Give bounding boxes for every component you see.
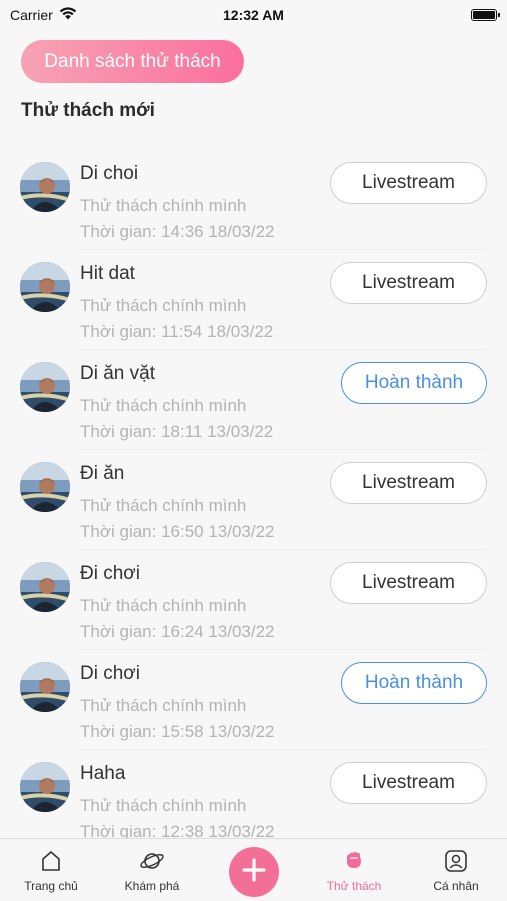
challenge-subtitle: Thử thách chính mình <box>80 196 247 215</box>
challenge-row[interactable]: Haha Thử thách chính mình Thời gian: 12:… <box>0 750 507 838</box>
tab-challenges-label: Thử thách <box>326 879 382 893</box>
livestream-button[interactable]: Livestream <box>330 762 487 804</box>
challenge-subtitle: Thử thách chính mình <box>80 396 247 415</box>
tab-challenges[interactable]: Thử thách <box>314 839 394 901</box>
fist-icon <box>343 849 365 876</box>
avatar <box>20 362 70 412</box>
challenge-row[interactable]: Di choi Thử thách chính mình Thời gian: … <box>0 150 507 250</box>
challenge-time: Thời gian: 18:11 13/03/22 <box>80 422 274 441</box>
challenge-row[interactable]: Di ăn vặt Thử thách chính mình Thời gian… <box>0 350 507 450</box>
challenge-time: Thời gian: 16:24 13/03/22 <box>80 622 275 641</box>
challenge-row[interactable]: Đi ăn Thử thách chính mình Thời gian: 16… <box>0 450 507 550</box>
avatar <box>20 762 70 812</box>
tab-explore[interactable]: Khám phá <box>112 839 192 901</box>
challenge-title: Di ăn vặt <box>80 363 155 384</box>
challenge-title: Hit dat <box>80 263 135 284</box>
challenge-subtitle: Thử thách chính mình <box>80 796 247 815</box>
status-bar: Carrier 12:32 AM <box>0 0 507 30</box>
avatar <box>20 462 70 512</box>
challenge-subtitle: Thử thách chính mình <box>80 696 247 715</box>
tab-profile-label: Cá nhân <box>433 879 479 893</box>
challenge-title: Đi ăn <box>80 463 125 484</box>
tab-bar: Trang chủ Khám phá Thử thách Cá nhân <box>0 838 507 901</box>
avatar <box>20 262 70 312</box>
tab-explore-label: Khám phá <box>124 879 180 893</box>
challenge-list[interactable]: Di choi Thử thách chính mình Thời gian: … <box>0 150 507 838</box>
section-title: Thử thách mới <box>21 100 155 121</box>
challenge-time: Thời gian: 15:58 13/03/22 <box>80 722 275 741</box>
battery-icon <box>471 9 500 21</box>
complete-button[interactable]: Hoàn thành <box>341 362 487 404</box>
livestream-button[interactable]: Livestream <box>330 562 487 604</box>
challenge-row[interactable]: Hit dat Thử thách chính mình Thời gian: … <box>0 250 507 350</box>
challenge-subtitle: Thử thách chính mình <box>80 296 247 315</box>
challenge-time: Thời gian: 14:36 18/03/22 <box>80 222 275 241</box>
challenge-time: Thời gian: 11:54 18/03/22 <box>80 322 274 341</box>
challenge-list-button[interactable]: Danh sách thử thách <box>21 40 244 83</box>
carrier-label: Carrier <box>10 7 53 23</box>
challenge-title: Đi chơi <box>80 563 140 584</box>
planet-icon <box>139 849 165 878</box>
complete-button[interactable]: Hoàn thành <box>341 662 487 704</box>
plus-icon <box>241 857 267 888</box>
livestream-button[interactable]: Livestream <box>330 462 487 504</box>
tab-home-label: Trang chủ <box>24 879 78 893</box>
avatar <box>20 662 70 712</box>
challenge-subtitle: Thử thách chính mình <box>80 496 247 515</box>
challenge-time: Thời gian: 12:38 13/03/22 <box>80 822 275 838</box>
challenge-title: Di choi <box>80 163 139 184</box>
livestream-button[interactable]: Livestream <box>330 162 487 204</box>
challenge-title: Haha <box>80 763 126 784</box>
challenge-row[interactable]: Đi chơi Thử thách chính mình Thời gian: … <box>0 550 507 650</box>
tab-profile[interactable]: Cá nhân <box>416 839 496 901</box>
avatar <box>20 162 70 212</box>
avatar <box>20 562 70 612</box>
challenge-subtitle: Thử thách chính mình <box>80 596 247 615</box>
add-challenge-button[interactable] <box>229 847 279 897</box>
challenge-time: Thời gian: 16:50 13/03/22 <box>80 522 275 541</box>
challenge-title: Di chơi <box>80 663 140 684</box>
livestream-button[interactable]: Livestream <box>330 262 487 304</box>
profile-icon <box>444 849 468 878</box>
wifi-icon <box>59 7 77 23</box>
home-icon <box>39 849 63 878</box>
challenge-row[interactable]: Di chơi Thử thách chính mình Thời gian: … <box>0 650 507 750</box>
tab-home[interactable]: Trang chủ <box>11 839 91 901</box>
status-left: Carrier <box>10 7 77 23</box>
